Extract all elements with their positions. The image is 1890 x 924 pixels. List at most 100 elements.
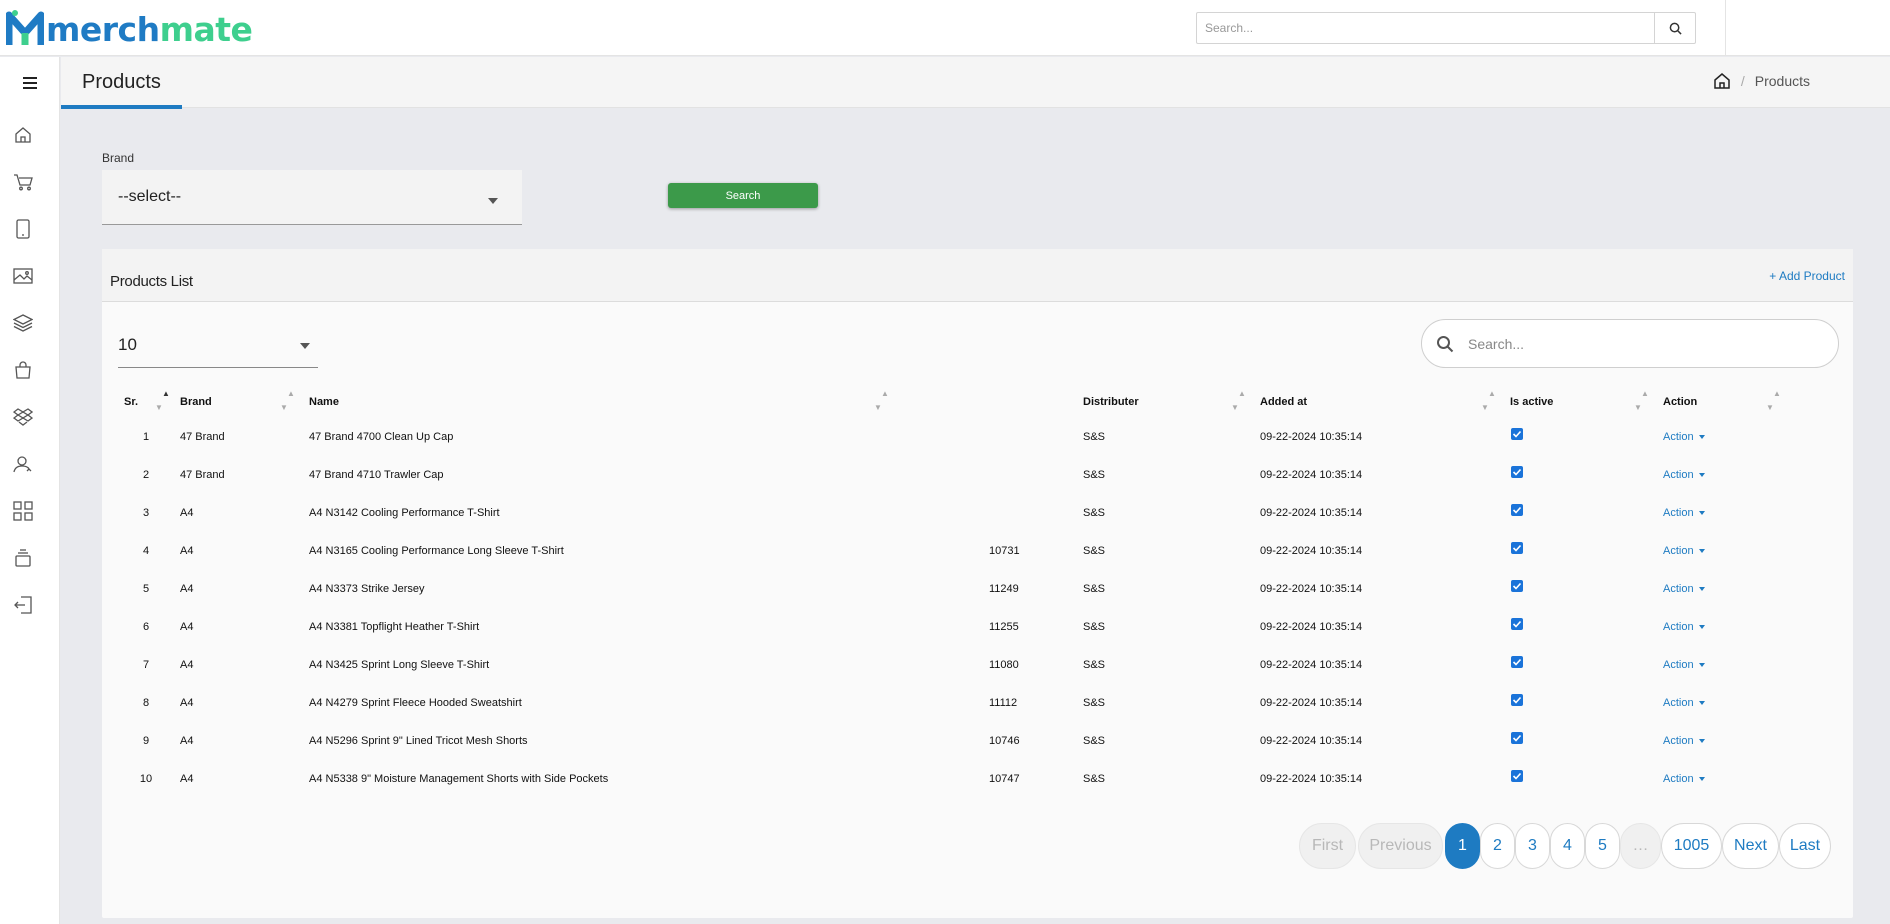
cell-is-active <box>1510 570 1663 608</box>
logo[interactable]: merchmate <box>6 8 253 50</box>
active-checkbox[interactable] <box>1511 617 1523 630</box>
cell-code <box>961 418 1083 456</box>
active-checkbox[interactable] <box>1511 693 1523 706</box>
sort-icon: ▲ ▼ <box>1634 389 1649 412</box>
cell-is-active <box>1510 456 1663 494</box>
sidebar-item-apps[interactable] <box>10 498 36 524</box>
active-checkbox[interactable] <box>1511 427 1523 440</box>
pagination-page-5[interactable]: 5 <box>1585 823 1620 869</box>
action-dropdown[interactable]: Action <box>1663 545 1705 557</box>
action-dropdown[interactable]: Action <box>1663 697 1705 709</box>
products-card: Products List + Add Product 10 Sr.▲▼ Bra… <box>102 249 1853 918</box>
cell-brand: A4 <box>180 735 194 747</box>
active-checkbox[interactable] <box>1511 503 1523 516</box>
column-header-distributer[interactable]: Distributer ▲ ▼ <box>1083 386 1260 418</box>
hamburger-icon <box>23 77 37 89</box>
action-dropdown[interactable]: Action <box>1663 583 1705 595</box>
cell-code: 10746 <box>989 735 1020 747</box>
action-dropdown[interactable]: Action <box>1663 469 1705 481</box>
sidebar-item-tablet[interactable] <box>10 216 36 242</box>
active-checkbox[interactable] <box>1511 541 1523 554</box>
active-checkbox[interactable] <box>1511 731 1523 744</box>
caret-down-icon <box>1698 701 1705 705</box>
cell-action: Action <box>1663 760 1844 798</box>
pagination-next[interactable]: Next <box>1722 823 1779 869</box>
pagination-page-1[interactable]: 1 <box>1445 823 1480 869</box>
sort-icon: ▲ ▼ <box>1481 389 1496 412</box>
sidebar-item-layers[interactable] <box>10 310 36 336</box>
cell-is-active <box>1510 418 1663 456</box>
card-header: Products List + Add Product <box>102 249 1853 302</box>
sidebar-item-cart[interactable] <box>10 169 36 195</box>
action-dropdown[interactable]: Action <box>1663 507 1705 519</box>
top-search-input[interactable] <box>1197 13 1654 43</box>
cell-distributer: S&S <box>1083 469 1106 481</box>
column-header-is-active[interactable]: Is active ▲ ▼ <box>1510 386 1663 418</box>
table-header-row: Sr. ▲ ▼ Brand ▲ ▼ Name ▲ ▼ Distributer ▲ ▼ Adde… <box>118 386 1844 418</box>
sort-icon: ▲ ▼ <box>1766 389 1781 412</box>
home-icon[interactable] <box>1713 72 1731 90</box>
action-dropdown[interactable]: Action <box>1663 773 1705 785</box>
breadcrumb-current: Products <box>1754 73 1810 89</box>
cell-added-at: 09-22-2024 10:35:14 <box>1260 621 1363 633</box>
image-icon <box>13 268 33 284</box>
brand-select[interactable]: --select-- <box>102 170 522 225</box>
add-product-link[interactable]: + Add Product <box>1769 269 1845 283</box>
tablet-icon <box>16 219 30 239</box>
shopping-bag-icon <box>15 361 31 379</box>
cell-distributer: S&S <box>1083 545 1106 557</box>
active-checkbox[interactable] <box>1511 465 1523 478</box>
sidebar-item-stack[interactable] <box>10 545 36 571</box>
column-header-brand[interactable]: Brand ▲ ▼ <box>180 386 309 418</box>
cell-name: A4 N3165 Cooling Performance Long Sleeve… <box>309 545 564 557</box>
page-length-select[interactable]: 10 <box>118 323 318 368</box>
caret-down-icon <box>1698 435 1705 439</box>
top-search-button[interactable] <box>1654 13 1695 43</box>
cell-distributer: S&S <box>1083 659 1106 671</box>
active-checkbox[interactable] <box>1511 655 1523 668</box>
column-header-code[interactable]: ▲ ▼ <box>874 386 1083 418</box>
active-checkbox[interactable] <box>1511 579 1523 592</box>
active-checkbox[interactable] <box>1511 769 1523 782</box>
sidebar-item-users[interactable] <box>10 451 36 477</box>
table-search-input[interactable] <box>1468 335 1838 352</box>
caret-down-icon <box>1698 473 1705 477</box>
pagination-page-3[interactable]: 3 <box>1515 823 1550 869</box>
cell-sr: 3 <box>142 507 150 519</box>
column-header-added-at[interactable]: Added at ▲ ▼ <box>1260 386 1510 418</box>
cell-name: 47 Brand 4710 Trawler Cap <box>309 469 444 481</box>
cell-brand: A4 <box>180 697 194 709</box>
search-button[interactable]: Search <box>668 183 818 208</box>
table-row: 10 A4 A4 N5338 9" Moisture Management Shor… <box>118 760 1844 798</box>
pagination-last-page[interactable]: 1005 <box>1661 823 1722 869</box>
cell-is-active <box>1510 722 1663 760</box>
table-row: 2 47 Brand 47 Brand 4710 Trawler Cap S&S 09-… <box>118 456 1844 494</box>
pagination-page-2[interactable]: 2 <box>1480 823 1515 869</box>
column-header-action[interactable]: Action ▲ ▼ <box>1663 386 1844 418</box>
cell-is-active <box>1510 608 1663 646</box>
sidebar-item-dropbox[interactable] <box>10 404 36 430</box>
action-dropdown[interactable]: Action <box>1663 431 1705 443</box>
pagination-first[interactable]: First <box>1299 823 1356 869</box>
sidebar-item-shop[interactable] <box>10 357 36 383</box>
action-dropdown[interactable]: Action <box>1663 735 1705 747</box>
cell-sr: 1 <box>142 431 150 443</box>
action-dropdown[interactable]: Action <box>1663 659 1705 671</box>
cell-added-at: 09-22-2024 10:35:14 <box>1260 545 1363 557</box>
cell-action: Action <box>1663 456 1844 494</box>
pagination-last[interactable]: Last <box>1779 823 1831 869</box>
pagination-previous[interactable]: Previous <box>1358 823 1443 869</box>
column-header-sr[interactable]: Sr. ▲ ▼ <box>118 386 180 418</box>
column-header-name[interactable]: Name <box>309 386 961 418</box>
cell-code: 10747 <box>989 773 1020 785</box>
cell-name: A4 N3381 Topflight Heather T-Shirt <box>309 621 480 633</box>
sort-icon: ▲ ▼ <box>155 389 170 412</box>
cart-icon <box>14 174 33 191</box>
pagination-page-4[interactable]: 4 <box>1550 823 1585 869</box>
sidebar-toggle-button[interactable] <box>0 57 60 109</box>
sidebar-item-logout[interactable] <box>10 592 36 618</box>
action-dropdown[interactable]: Action <box>1663 621 1705 633</box>
sidebar-item-images[interactable] <box>10 263 36 289</box>
sidebar-item-home[interactable] <box>10 122 36 148</box>
cell-added-at: 09-22-2024 10:35:14 <box>1260 507 1363 519</box>
